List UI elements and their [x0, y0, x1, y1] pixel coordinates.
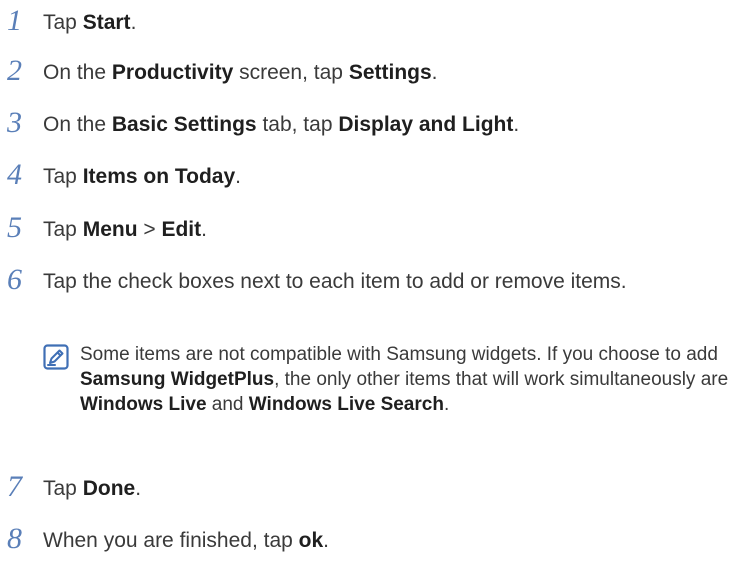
step-text-part: . — [135, 477, 142, 500]
step-text-part: . — [201, 218, 207, 241]
step-text-part: screen, tap — [233, 61, 349, 84]
ui-term-samsung-widgetplus: Samsung WidgetPlus — [80, 369, 275, 390]
step-text-part: . — [513, 113, 520, 136]
step-text-part: On the — [43, 113, 112, 136]
ui-term-basic-settings: Basic Settings — [111, 113, 257, 136]
step-text-part: When you are finished, tap — [43, 529, 299, 552]
step-number: 4 — [7, 158, 22, 191]
step-text-part: . — [130, 11, 137, 34]
instruction-steps: 1 Tap Start. 2 On the Productivity scree… — [0, 0, 729, 564]
step-text-part: Tap — [43, 11, 83, 34]
ui-term-windows-live: Windows Live — [80, 394, 207, 415]
note-text-part: . — [443, 394, 450, 415]
ui-term-edit: Edit — [161, 218, 202, 241]
step-text: When you are finished, tap ok. — [43, 527, 723, 555]
step-text-part: > — [137, 218, 162, 241]
step-text-part: Tap — [43, 165, 83, 188]
step-text-part: Tap — [43, 477, 83, 500]
step-number: 6 — [7, 263, 22, 296]
step-text: On the Productivity screen, tap Settings… — [43, 59, 723, 87]
ui-term-productivity: Productivity — [111, 61, 234, 84]
note-text-part: Some items are not compatible with Samsu… — [80, 344, 718, 365]
step-text-part: On the — [43, 61, 112, 84]
note-text-part: , the only other items that will work si… — [274, 369, 729, 390]
step-number: 3 — [7, 106, 22, 139]
step-text: On the Basic Settings tab, tap Display a… — [43, 111, 723, 139]
ui-term-ok: ok — [298, 529, 324, 552]
ui-term-menu: Menu — [82, 218, 138, 241]
step-text: Tap Done. — [43, 475, 723, 503]
step-text-part: tab, tap — [256, 113, 339, 136]
step-text: Tap Start. — [43, 9, 723, 37]
note-text: Some items are not compatible with Samsu… — [80, 342, 729, 417]
step-text: Tap the check boxes next to each item to… — [43, 268, 663, 296]
ui-term-settings: Settings — [348, 61, 432, 84]
step-text-part: . — [323, 529, 330, 552]
step-text-part: Tap the check boxes next to each item to… — [43, 270, 627, 293]
note-pencil-icon — [43, 344, 69, 370]
step-text-part: . — [431, 61, 438, 84]
ui-term-start: Start — [82, 11, 131, 34]
step-text-part: Tap — [43, 218, 83, 241]
ui-term-items-on-today: Items on Today — [82, 165, 236, 188]
step-text: Tap Items on Today. — [43, 163, 723, 191]
step-number: 1 — [7, 4, 22, 37]
ui-term-done: Done — [82, 477, 136, 500]
step-text: Tap Menu > Edit. — [43, 216, 723, 244]
note-text-part: and — [206, 394, 249, 415]
ui-term-windows-live-search: Windows Live Search — [248, 394, 444, 415]
step-text-part: . — [235, 165, 242, 188]
step-number: 8 — [7, 522, 22, 555]
step-number: 7 — [7, 470, 22, 503]
step-number: 5 — [7, 211, 22, 244]
ui-term-display-and-light: Display and Light — [338, 113, 514, 136]
step-number: 2 — [7, 54, 22, 87]
